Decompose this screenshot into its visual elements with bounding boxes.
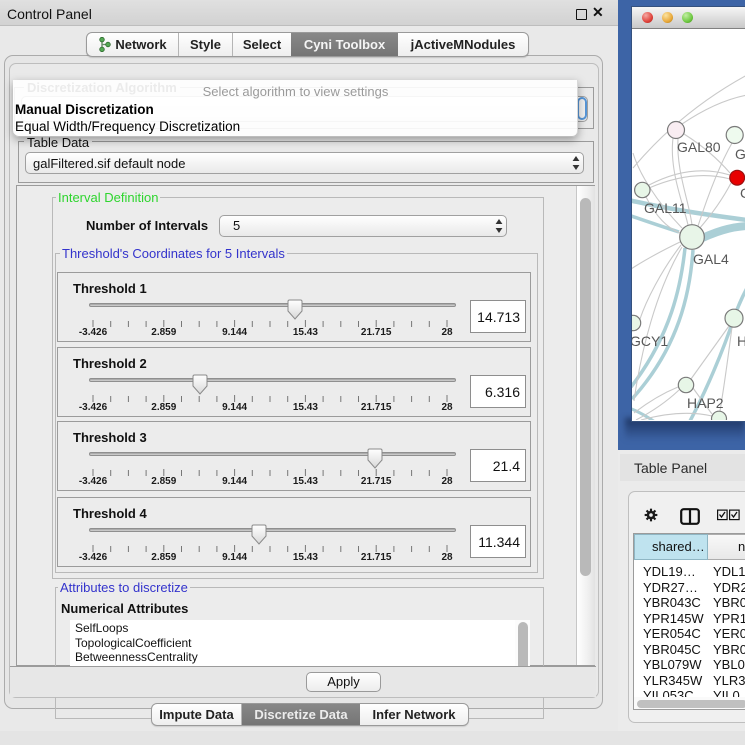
svg-text:C: C (740, 185, 745, 201)
svg-text:GCY1: GCY1 (632, 333, 668, 349)
svg-text:GAL80: GAL80 (677, 139, 721, 155)
svg-text:H: H (737, 333, 745, 349)
svg-text:GAL11: GAL11 (644, 200, 687, 216)
svg-text:GA: GA (735, 146, 745, 162)
svg-text:GAL4: GAL4 (693, 251, 729, 267)
svg-text:HAP2: HAP2 (687, 395, 724, 411)
